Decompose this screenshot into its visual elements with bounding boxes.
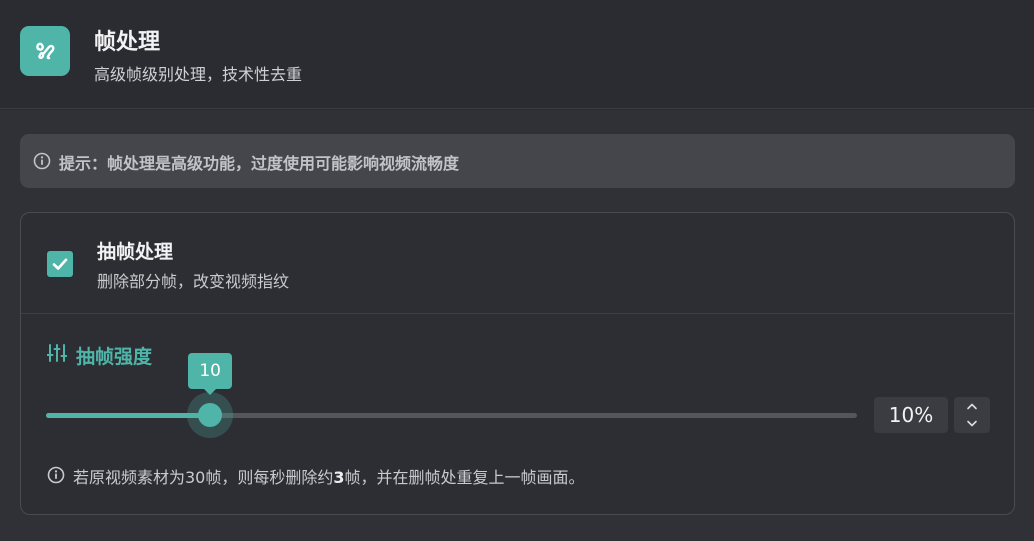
strength-slider-fill — [46, 413, 211, 418]
note-prefix: 若原视频素材为30帧，则每秒删除约 — [73, 468, 334, 487]
strength-label: 抽帧强度 — [76, 346, 153, 368]
strength-slider-thumb[interactable] — [198, 403, 223, 427]
note-suffix: 帧，并在删帧处重复上一帧画面。 — [344, 468, 585, 487]
frame-drop-description: 删除部分帧，改变视频指纹 — [97, 272, 290, 291]
page-title: 帧处理 — [94, 30, 161, 55]
info-icon — [47, 466, 65, 484]
note-highlight: 3 — [333, 468, 345, 487]
info-icon — [33, 152, 51, 170]
strength-slider-track[interactable] — [46, 413, 857, 418]
page-subtitle: 高级帧级别处理，技术性去重 — [94, 65, 303, 84]
frame-drop-title: 抽帧处理 — [97, 241, 174, 263]
panel-content: 提示：帧处理是高级功能，过度使用可能影响视频流畅度 抽帧处理 删除部分帧，改变视… — [0, 110, 1034, 541]
check-icon — [52, 258, 68, 270]
frame-drop-card: 抽帧处理 删除部分帧，改变视频指纹 抽帧强度 10 10% 若原视频素材为30帧… — [20, 212, 1015, 515]
chevron-up-icon — [967, 403, 977, 410]
frame-process-icon — [20, 26, 70, 76]
chevron-down-icon — [967, 420, 977, 427]
sliders-icon — [47, 344, 67, 362]
strength-note: 若原视频素材为30帧，则每秒删除约3帧，并在删帧处重复上一帧画面。 — [73, 464, 585, 488]
stepper-increment-button[interactable] — [954, 397, 990, 415]
strength-value-display[interactable]: 10% — [874, 397, 948, 433]
card-divider — [21, 313, 1014, 314]
stepper-decrement-button[interactable] — [954, 415, 990, 433]
slider-value-tooltip: 10 — [188, 353, 233, 395]
strength-stepper — [954, 397, 990, 433]
frame-drop-checkbox[interactable] — [47, 251, 73, 277]
panel-header: 帧处理 高级帧级别处理，技术性去重 — [0, 0, 1034, 109]
tip-banner: 提示：帧处理是高级功能，过度使用可能影响视频流畅度 — [20, 134, 1015, 188]
tip-text: 提示：帧处理是高级功能，过度使用可能影响视频流畅度 — [59, 154, 460, 173]
